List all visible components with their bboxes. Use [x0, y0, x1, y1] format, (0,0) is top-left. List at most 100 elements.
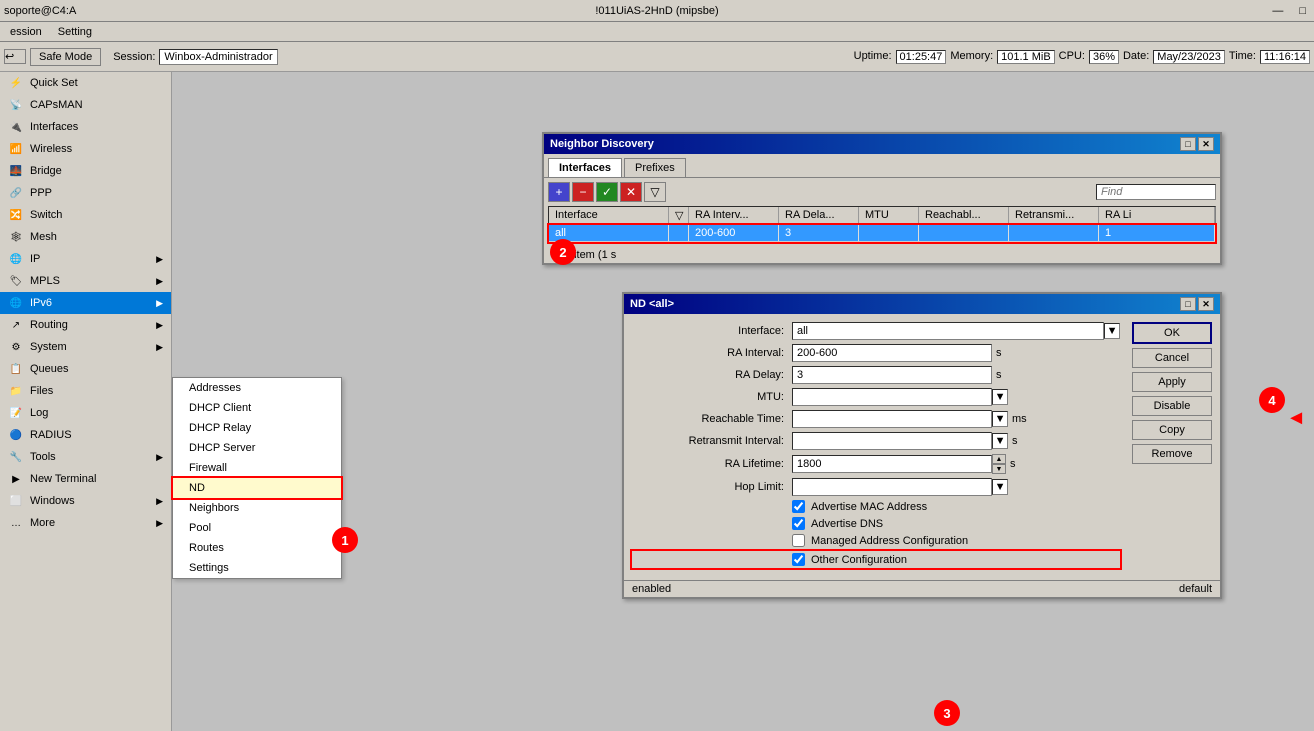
- ip-icon: 🌐: [8, 251, 24, 267]
- sidebar-item-new-terminal[interactable]: ▶ New Terminal: [0, 468, 171, 490]
- mtu-input[interactable]: [792, 388, 992, 406]
- quick-set-icon: ⚡: [8, 75, 24, 91]
- form-row-ra-lifetime: RA Lifetime: ▲ ▼ s: [632, 454, 1120, 474]
- ra-interval-input[interactable]: [792, 344, 992, 362]
- mtu-dropdown-btn[interactable]: ▼: [992, 389, 1008, 405]
- sidebar-item-quick-set[interactable]: ⚡ Quick Set: [0, 72, 171, 94]
- submenu-settings[interactable]: Settings: [173, 558, 341, 578]
- time-label: Time:: [1229, 50, 1256, 64]
- nd-table-row-all[interactable]: all 200-600 3 1: [549, 225, 1215, 242]
- hop-limit-dropdown-btn[interactable]: ▼: [992, 479, 1008, 495]
- ra-interval-label: RA Interval:: [632, 347, 792, 359]
- menu-setting[interactable]: Setting: [50, 24, 100, 40]
- ra-lifetime-down[interactable]: ▼: [992, 464, 1006, 474]
- toolbar-icon-btn[interactable]: ↩: [4, 49, 26, 64]
- nd-dialog-controls: □ ✕: [1180, 297, 1214, 311]
- sidebar-item-ipv6[interactable]: 🌐 IPv6 ▶: [0, 292, 171, 314]
- nd-remove-btn[interactable]: −: [572, 182, 594, 202]
- submenu-routes[interactable]: Routes: [173, 538, 341, 558]
- sidebar-item-switch[interactable]: 🔀 Switch: [0, 204, 171, 226]
- sidebar-item-bridge[interactable]: 🌉 Bridge: [0, 160, 171, 182]
- submenu-nd[interactable]: ND: [173, 478, 341, 498]
- sidebar-item-ip[interactable]: 🌐 IP ▶: [0, 248, 171, 270]
- session-value: Winbox-Administrador: [159, 49, 277, 65]
- th-retransmit: Retransmi...: [1009, 207, 1099, 224]
- sidebar-item-queues[interactable]: 📋 Queues: [0, 358, 171, 380]
- sidebar-item-interfaces[interactable]: 🔌 Interfaces: [0, 116, 171, 138]
- td-interface: all: [549, 225, 669, 241]
- copy-button[interactable]: Copy: [1132, 420, 1212, 440]
- sidebar-item-routing[interactable]: ↗ Routing ▶: [0, 314, 171, 336]
- sidebar-item-log[interactable]: 📝 Log: [0, 402, 171, 424]
- retransmit-dropdown-btn[interactable]: ▼: [992, 433, 1008, 449]
- ra-lifetime-input[interactable]: [792, 455, 992, 473]
- nd-close-btn[interactable]: ✕: [1198, 137, 1214, 151]
- advertise-dns-checkbox[interactable]: [792, 517, 805, 530]
- reachable-dropdown-btn[interactable]: ▼: [992, 411, 1008, 427]
- sidebar-item-radius[interactable]: 🔵 RADIUS: [0, 424, 171, 446]
- ok-button[interactable]: OK: [1132, 322, 1212, 344]
- submenu-dhcp-server[interactable]: DHCP Server: [173, 438, 341, 458]
- advertise-mac-checkbox[interactable]: [792, 500, 805, 513]
- other-config-label: Other Configuration: [811, 554, 907, 566]
- apply-button[interactable]: Apply: [1132, 372, 1212, 392]
- nd-minimize-btn[interactable]: □: [1180, 137, 1196, 151]
- sidebar-item-system[interactable]: ⚙ System ▶: [0, 336, 171, 358]
- submenu-dhcp-client[interactable]: DHCP Client: [173, 398, 341, 418]
- ipv6-arrow: ▶: [156, 298, 163, 309]
- content-area: Addresses DHCP Client DHCP Relay DHCP Se…: [172, 72, 1314, 731]
- minimize-btn[interactable]: —: [1268, 5, 1287, 17]
- retransmit-input[interactable]: [792, 432, 992, 450]
- nd-window-controls: □ ✕: [1180, 137, 1214, 151]
- interface-input[interactable]: [792, 322, 1104, 340]
- nd-window-title: Neighbor Discovery □ ✕: [544, 134, 1220, 154]
- sidebar-item-windows[interactable]: ⬜ Windows ▶: [0, 490, 171, 512]
- disable-button[interactable]: Disable: [1132, 396, 1212, 416]
- sidebar-item-ppp[interactable]: 🔗 PPP: [0, 182, 171, 204]
- th-interface: Interface: [549, 207, 669, 224]
- nd-add-btn[interactable]: +: [548, 182, 570, 202]
- nd-tab-interfaces[interactable]: Interfaces: [548, 158, 622, 177]
- interfaces-icon: 🔌: [8, 119, 24, 135]
- nd-find-input[interactable]: [1096, 184, 1216, 200]
- checkbox-row-managed-address: Managed Address Configuration: [632, 534, 1120, 547]
- sidebar-item-tools[interactable]: 🔧 Tools ▶: [0, 446, 171, 468]
- managed-address-checkbox[interactable]: [792, 534, 805, 547]
- title-bar-controls: — □: [1268, 5, 1310, 17]
- safe-mode-button[interactable]: Safe Mode: [30, 48, 101, 66]
- nd-dialog-bottom: enabled default: [624, 580, 1220, 597]
- remove-button[interactable]: Remove: [1132, 444, 1212, 464]
- ra-delay-input[interactable]: [792, 366, 992, 384]
- submenu-pool[interactable]: Pool: [173, 518, 341, 538]
- sidebar-item-capsman[interactable]: 📡 CAPsMAN: [0, 94, 171, 116]
- sidebar-item-wireless[interactable]: 📶 Wireless: [0, 138, 171, 160]
- nd-filter-btn[interactable]: ▽: [644, 182, 666, 202]
- sidebar-item-mpls[interactable]: 🏷 MPLS ▶: [0, 270, 171, 292]
- submenu-neighbors[interactable]: Neighbors: [173, 498, 341, 518]
- windows-arrow: ▶: [156, 496, 163, 507]
- sidebar-item-mesh[interactable]: 🕸 Mesh: [0, 226, 171, 248]
- submenu-addresses[interactable]: Addresses: [173, 378, 341, 398]
- nd-dialog-close-btn[interactable]: ✕: [1198, 297, 1214, 311]
- reachable-input[interactable]: [792, 410, 992, 428]
- other-config-checkbox[interactable]: [792, 553, 805, 566]
- sidebar-item-more[interactable]: … More ▶: [0, 512, 171, 534]
- submenu-firewall[interactable]: Firewall: [173, 458, 341, 478]
- nd-tab-prefixes[interactable]: Prefixes: [624, 158, 686, 177]
- more-icon: …: [8, 515, 24, 531]
- bridge-icon: 🌉: [8, 163, 24, 179]
- th-mtu: MTU: [859, 207, 919, 224]
- nd-x-btn[interactable]: ✕: [620, 182, 642, 202]
- retransmit-unit: s: [1012, 435, 1032, 447]
- sidebar-item-files[interactable]: 📁 Files: [0, 380, 171, 402]
- ra-lifetime-up[interactable]: ▲: [992, 454, 1006, 464]
- submenu-dhcp-relay[interactable]: DHCP Relay: [173, 418, 341, 438]
- nd-dialog-minimize-btn[interactable]: □: [1180, 297, 1196, 311]
- maximize-btn[interactable]: □: [1295, 5, 1310, 17]
- nd-check-btn[interactable]: ✓: [596, 182, 618, 202]
- title-bar-title: !011UiAS-2HnD (mipsbe): [595, 5, 718, 17]
- interface-dropdown-btn[interactable]: ▼: [1104, 323, 1120, 339]
- hop-limit-input[interactable]: [792, 478, 992, 496]
- menu-session[interactable]: ession: [2, 24, 50, 40]
- cancel-button[interactable]: Cancel: [1132, 348, 1212, 368]
